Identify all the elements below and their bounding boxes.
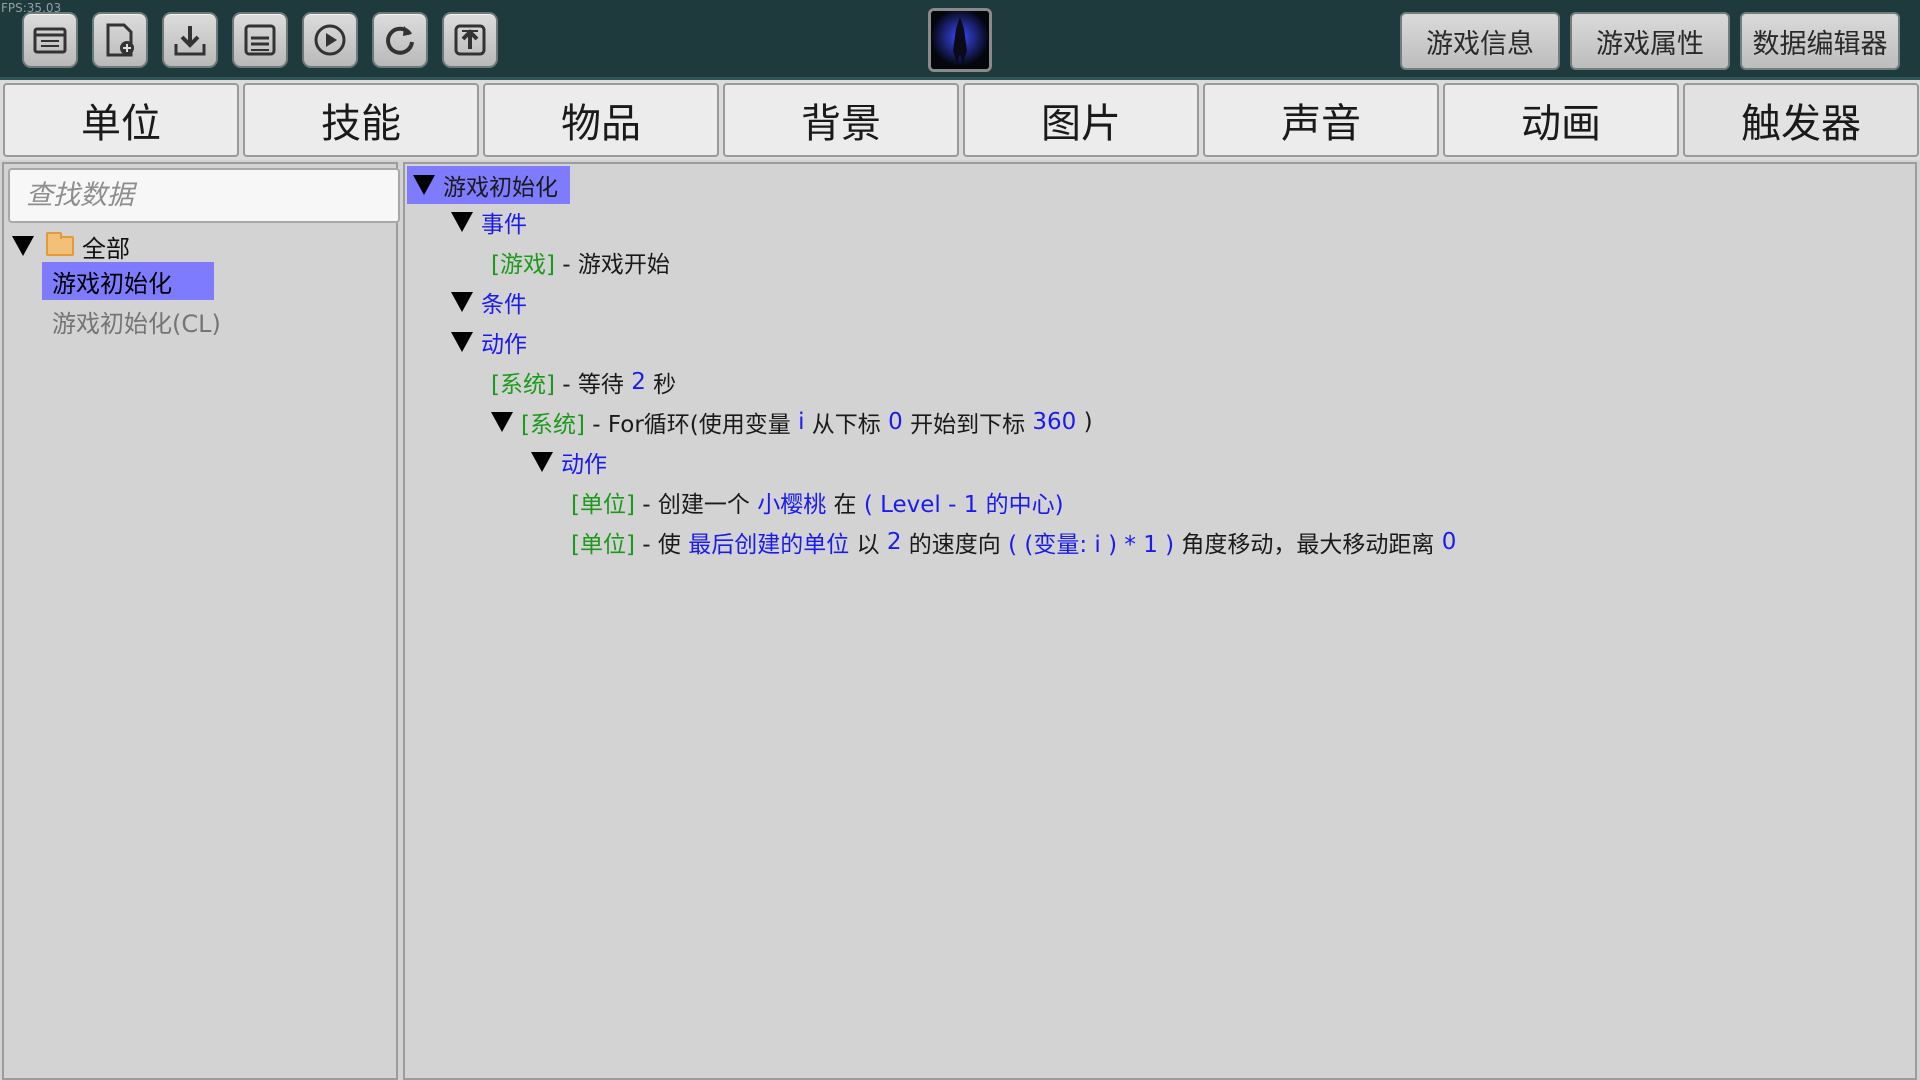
loop-actions-section-row[interactable]: 动作 — [531, 444, 607, 480]
action-text: ) — [1076, 409, 1093, 435]
refresh-button[interactable] — [372, 12, 428, 68]
play-icon — [314, 24, 346, 56]
max-distance-value[interactable]: 0 — [1442, 529, 1457, 555]
move-speed-value[interactable]: 2 — [887, 529, 902, 555]
tab-backgrounds[interactable]: 背景 — [723, 83, 959, 157]
action-text: 秒 — [645, 372, 677, 398]
action-text: 在 — [826, 492, 864, 518]
tab-units[interactable]: 单位 — [3, 83, 239, 157]
open-folder-icon — [33, 27, 67, 54]
open-project-button[interactable] — [22, 12, 78, 68]
action-text: 开始到下标 — [902, 412, 1033, 438]
conditions-section-row[interactable]: 条件 — [451, 284, 527, 320]
export-button[interactable] — [442, 12, 498, 68]
tab-triggers[interactable]: 触发器 — [1683, 83, 1919, 157]
trigger-editor-panel: 游戏初始化 事件 [游戏] - 游戏开始 条件 动作 [系统] - 等待 2 秒… — [403, 162, 1917, 1080]
save-button[interactable] — [232, 12, 288, 68]
category-tabs: 单位 技能 物品 背景 图片 声音 动画 触发器 — [0, 80, 1920, 160]
action-row-wait[interactable]: [系统] - 等待 2 秒 — [491, 364, 676, 400]
expand-triangle-icon[interactable] — [451, 292, 473, 312]
import-button[interactable] — [162, 12, 218, 68]
conditions-label: 条件 — [481, 292, 527, 318]
folder-icon — [46, 232, 74, 256]
tree-item-game-init-cl[interactable]: 游戏初始化(CL) — [42, 302, 231, 340]
actions-section-row[interactable]: 动作 — [451, 324, 527, 360]
action-category-tag: [单位] — [571, 532, 635, 558]
spawn-location-value[interactable]: ( Level - 1 的中心) — [864, 485, 1064, 519]
tab-animations[interactable]: 动画 — [1443, 83, 1679, 157]
actions-label: 动作 — [481, 332, 527, 358]
upload-icon — [454, 24, 486, 56]
trigger-title-row[interactable]: 游戏初始化 — [407, 166, 570, 204]
tree-folder-label: 全部 — [82, 234, 130, 263]
new-file-icon — [106, 23, 134, 57]
event-text: - 游戏开始 — [554, 252, 670, 278]
action-text: - 创建一个 — [634, 492, 758, 518]
tab-items[interactable]: 物品 — [483, 83, 719, 157]
action-text: - For循环(使用变量 — [584, 412, 799, 438]
game-properties-button[interactable]: 游戏属性 — [1570, 12, 1730, 70]
expand-triangle-icon[interactable] — [491, 412, 513, 432]
action-category-tag: [单位] — [571, 492, 635, 518]
refresh-icon — [386, 26, 414, 55]
action-category-tag: [系统] — [521, 412, 585, 438]
action-text: 以 — [849, 532, 887, 558]
expand-triangle-icon[interactable] — [413, 175, 435, 195]
action-text: 角度移动，最大移动距离 — [1174, 532, 1442, 558]
expand-triangle-icon[interactable] — [12, 236, 34, 256]
top-toolbar: FPS:35.03 游戏信息 游戏属性 数据编辑器 — [0, 0, 1920, 80]
tab-skills[interactable]: 技能 — [243, 83, 479, 157]
action-row-move-unit[interactable]: [单位] - 使 最后创建的单位 以 2 的速度向 ( (变量: i ) * 1… — [571, 524, 1456, 560]
trigger-list-panel: 全部 游戏初始化 游戏初始化(CL) — [2, 162, 400, 1080]
new-file-button[interactable] — [92, 12, 148, 68]
loop-end-value[interactable]: 360 — [1032, 409, 1076, 435]
action-row-create-unit[interactable]: [单位] - 创建一个 小樱桃 在 ( Level - 1 的中心) — [571, 484, 1064, 520]
loop-start-value[interactable]: 0 — [888, 409, 903, 435]
character-silhouette-icon — [931, 11, 989, 69]
expand-triangle-icon[interactable] — [531, 452, 553, 472]
tree-item-game-init[interactable]: 游戏初始化 — [42, 262, 214, 300]
target-unit-value[interactable]: 最后创建的单位 — [688, 525, 849, 559]
download-icon — [174, 26, 206, 56]
tree-folder-all[interactable]: 全部 — [12, 228, 130, 264]
run-button[interactable] — [302, 12, 358, 68]
wait-seconds-value[interactable]: 2 — [631, 369, 646, 395]
game-info-button[interactable]: 游戏信息 — [1400, 12, 1560, 70]
action-category-tag: [系统] — [491, 372, 555, 398]
unit-type-value[interactable]: 小樱桃 — [757, 485, 826, 519]
event-row[interactable]: [游戏] - 游戏开始 — [491, 244, 670, 280]
tab-images[interactable]: 图片 — [963, 83, 1199, 157]
trigger-title: 游戏初始化 — [443, 175, 558, 201]
action-text: 从下标 — [804, 412, 889, 438]
action-text: - 使 — [634, 532, 689, 558]
events-section-row[interactable]: 事件 — [451, 204, 527, 240]
action-text: - 等待 — [554, 372, 632, 398]
search-input[interactable] — [8, 168, 400, 223]
events-label: 事件 — [481, 212, 527, 238]
expand-triangle-icon[interactable] — [451, 212, 473, 232]
move-angle-value[interactable]: ( (变量: i ) * 1 ) — [1008, 525, 1174, 559]
game-preview-thumbnail[interactable] — [928, 8, 992, 72]
tab-sounds[interactable]: 声音 — [1203, 83, 1439, 157]
event-category-tag: [游戏] — [491, 252, 555, 278]
data-editor-button[interactable]: 数据编辑器 — [1740, 12, 1900, 70]
save-icon — [244, 24, 276, 56]
loop-actions-label: 动作 — [561, 452, 607, 478]
expand-triangle-icon[interactable] — [451, 332, 473, 352]
action-text: 的速度向 — [901, 532, 1009, 558]
action-row-for-loop[interactable]: [系统] - For循环(使用变量 i 从下标 0 开始到下标 360 ) — [491, 404, 1093, 440]
